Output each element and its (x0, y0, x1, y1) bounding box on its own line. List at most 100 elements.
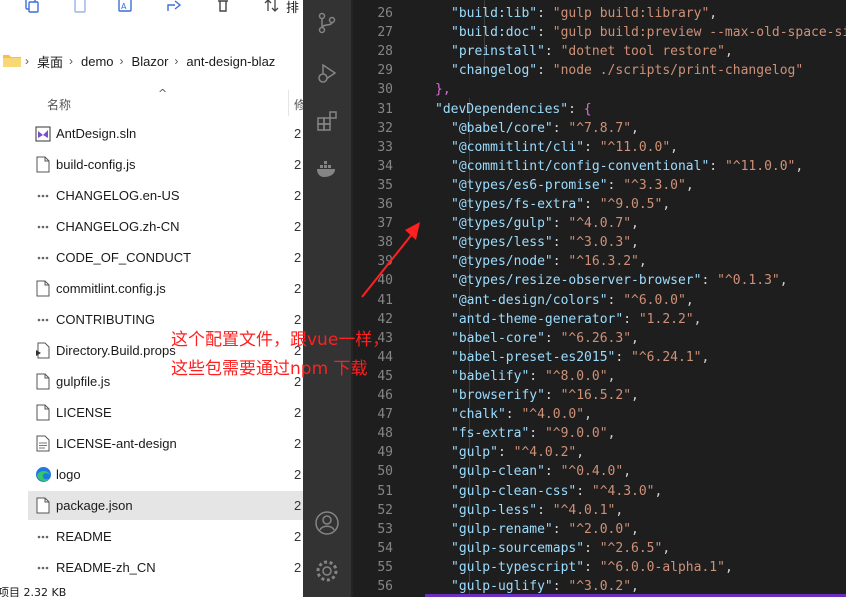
code-line: 50 "gulp-clean": "^0.4.0", (353, 462, 846, 481)
code-line: 55 "gulp-typescript": "^6.0.0-alpha.1", (353, 558, 846, 577)
file-row[interactable]: logo 2 (28, 460, 303, 489)
file-row[interactable]: commitlint.config.js 2 (28, 274, 303, 303)
line-number: 26 (377, 6, 393, 21)
extensions-icon[interactable] (312, 106, 342, 136)
code-text: "babelify": "^8.0.0", (451, 368, 616, 384)
file-icon (34, 156, 52, 174)
status-bar: 项目 2.32 KB (0, 584, 303, 597)
sort-icon[interactable] (262, 0, 282, 16)
file-modified-date: 2 (294, 560, 302, 575)
code-line: 41 "@ant-design/colors": "^6.0.0", (353, 291, 846, 310)
text-file-icon (34, 187, 52, 205)
file-row[interactable]: LICENSE-ant-design 2 (28, 429, 303, 458)
file-name: README (56, 529, 112, 544)
code-text: "chalk": "^4.0.0", (451, 407, 592, 423)
file-modified-date: 2 (294, 436, 302, 451)
breadcrumb-item[interactable]: demo (81, 54, 114, 69)
file-name: commitlint.config.js (56, 281, 166, 296)
annotation-line-1: 这个配置文件，跟vue一样， (171, 330, 390, 350)
code-line: 28 "preinstall": "dotnet tool restore", (353, 42, 846, 61)
column-name-header[interactable]: 名称 (47, 96, 71, 113)
line-number: 30 (377, 82, 393, 98)
activity-bar (303, 0, 351, 597)
column-modified-header[interactable]: 修 (294, 96, 303, 113)
file-row[interactable]: CHANGELOG.zh-CN 2 (28, 212, 303, 241)
code-line: 46 "browserify": "^16.5.2", (353, 386, 846, 405)
code-line: 37 "@types/gulp": "^4.0.7", (353, 214, 846, 233)
line-number: 35 (377, 177, 393, 193)
settings-gear-icon[interactable] (312, 556, 342, 586)
code-text: "@types/es6-promise": "^3.3.0", (451, 177, 694, 193)
text-file-icon (34, 249, 52, 267)
file-row[interactable]: AntDesign.sln 2 (28, 119, 303, 148)
code-line: 40 "@types/resize-observer-browser": "^0.… (353, 271, 846, 290)
account-icon[interactable] (312, 508, 342, 538)
code-text: "browserify": "^16.5.2", (451, 388, 639, 403)
line-number: 47 (377, 407, 393, 423)
file-icon (34, 373, 52, 391)
line-number: 53 (377, 521, 393, 537)
file-modified-date: 2 (294, 281, 302, 296)
line-number: 38 (377, 235, 393, 251)
line-number: 34 (377, 158, 393, 174)
code-text: "gulp-sourcemaps": "^2.6.5", (451, 540, 671, 556)
code-line: 51 "gulp-clean-css": "^4.3.0", (353, 482, 846, 501)
file-row[interactable]: package.json 2 (28, 491, 303, 520)
annotation-line-2: 这些包需要通过npm 下载 (171, 359, 368, 379)
run-debug-icon[interactable] (312, 58, 342, 88)
breadcrumb-item[interactable]: 桌面 (37, 52, 63, 71)
file-row[interactable]: CHANGELOG.en-US 2 (28, 181, 303, 210)
file-name: build-config.js (56, 157, 136, 172)
file-explorer-window: A 排 › 桌面 › demo › Blazor › ant-design-bl… (0, 0, 303, 597)
source-control-icon[interactable] (312, 8, 342, 38)
share-icon[interactable] (164, 0, 184, 16)
edge-icon (34, 466, 52, 484)
breadcrumb[interactable]: › 桌面 › demo › Blazor › ant-design-blaz (0, 46, 303, 76)
text-file-icon (34, 218, 52, 236)
docker-icon[interactable] (312, 154, 342, 184)
file-name: Directory.Build.props (56, 343, 176, 358)
file-row[interactable]: CODE_OF_CONDUCT 2 (28, 243, 303, 272)
line-number: 56 (377, 579, 393, 594)
svg-text:A: A (121, 2, 127, 11)
code-text: "gulp-clean-css": "^4.3.0", (451, 483, 663, 499)
file-icon (34, 280, 52, 298)
file-modified-date: 2 (294, 498, 302, 513)
code-line: 34 "@commitlint/config-conventional": "^1… (353, 157, 846, 176)
paste-icon[interactable] (70, 0, 90, 16)
file-row[interactable]: README-zh_CN 2 (28, 553, 303, 582)
file-row[interactable]: build-config.js 2 (28, 150, 303, 179)
line-number: 39 (377, 254, 393, 270)
file-modified-date: 2 (294, 126, 302, 141)
code-text: "changelog": "node ./scripts/print-chang… (451, 63, 804, 79)
breadcrumb-separator: › (25, 54, 29, 68)
file-row[interactable]: README 2 (28, 522, 303, 551)
code-text: "build:doc": "gulp build:preview --max-o… (451, 25, 846, 41)
code-line: 27 "build:doc": "gulp build:preview --max… (353, 23, 846, 42)
column-divider[interactable] (288, 90, 289, 116)
sort-label[interactable]: 排 (286, 0, 299, 16)
props-file-icon (34, 342, 52, 360)
file-row[interactable]: LICENSE 2 (28, 398, 303, 427)
code-line: 35 "@types/es6-promise": "^3.3.0", (353, 176, 846, 195)
file-name: README-zh_CN (56, 560, 156, 575)
file-modified-date: 2 (294, 188, 302, 203)
file-name: LICENSE-ant-design (56, 436, 177, 451)
line-number: 55 (377, 559, 393, 575)
file-modified-date: 2 (294, 467, 302, 482)
code-text: "antd-theme-generator": "1.2.2", (451, 311, 702, 327)
file-name: CHANGELOG.en-US (56, 188, 180, 203)
code-line: 36 "@types/fs-extra": "^9.0.5", (353, 195, 846, 214)
breadcrumb-item[interactable]: ant-design-blaz (186, 54, 275, 69)
doc-file-icon (34, 435, 52, 453)
file-name: package.json (56, 498, 133, 513)
code-line: 49 "gulp": "^4.0.2", (353, 443, 846, 462)
copy-icon[interactable] (22, 0, 42, 16)
code-text: "@types/fs-extra": "^9.0.5", (451, 197, 671, 212)
code-text: "@types/less": "^3.0.3", (451, 235, 639, 251)
rename-icon[interactable]: A (117, 0, 137, 16)
breadcrumb-separator: › (119, 54, 124, 68)
code-editor[interactable]: 26 "build:lib": "gulp build:library", 27 "b… (353, 0, 846, 597)
breadcrumb-item[interactable]: Blazor (132, 54, 169, 69)
delete-icon[interactable] (213, 0, 233, 16)
